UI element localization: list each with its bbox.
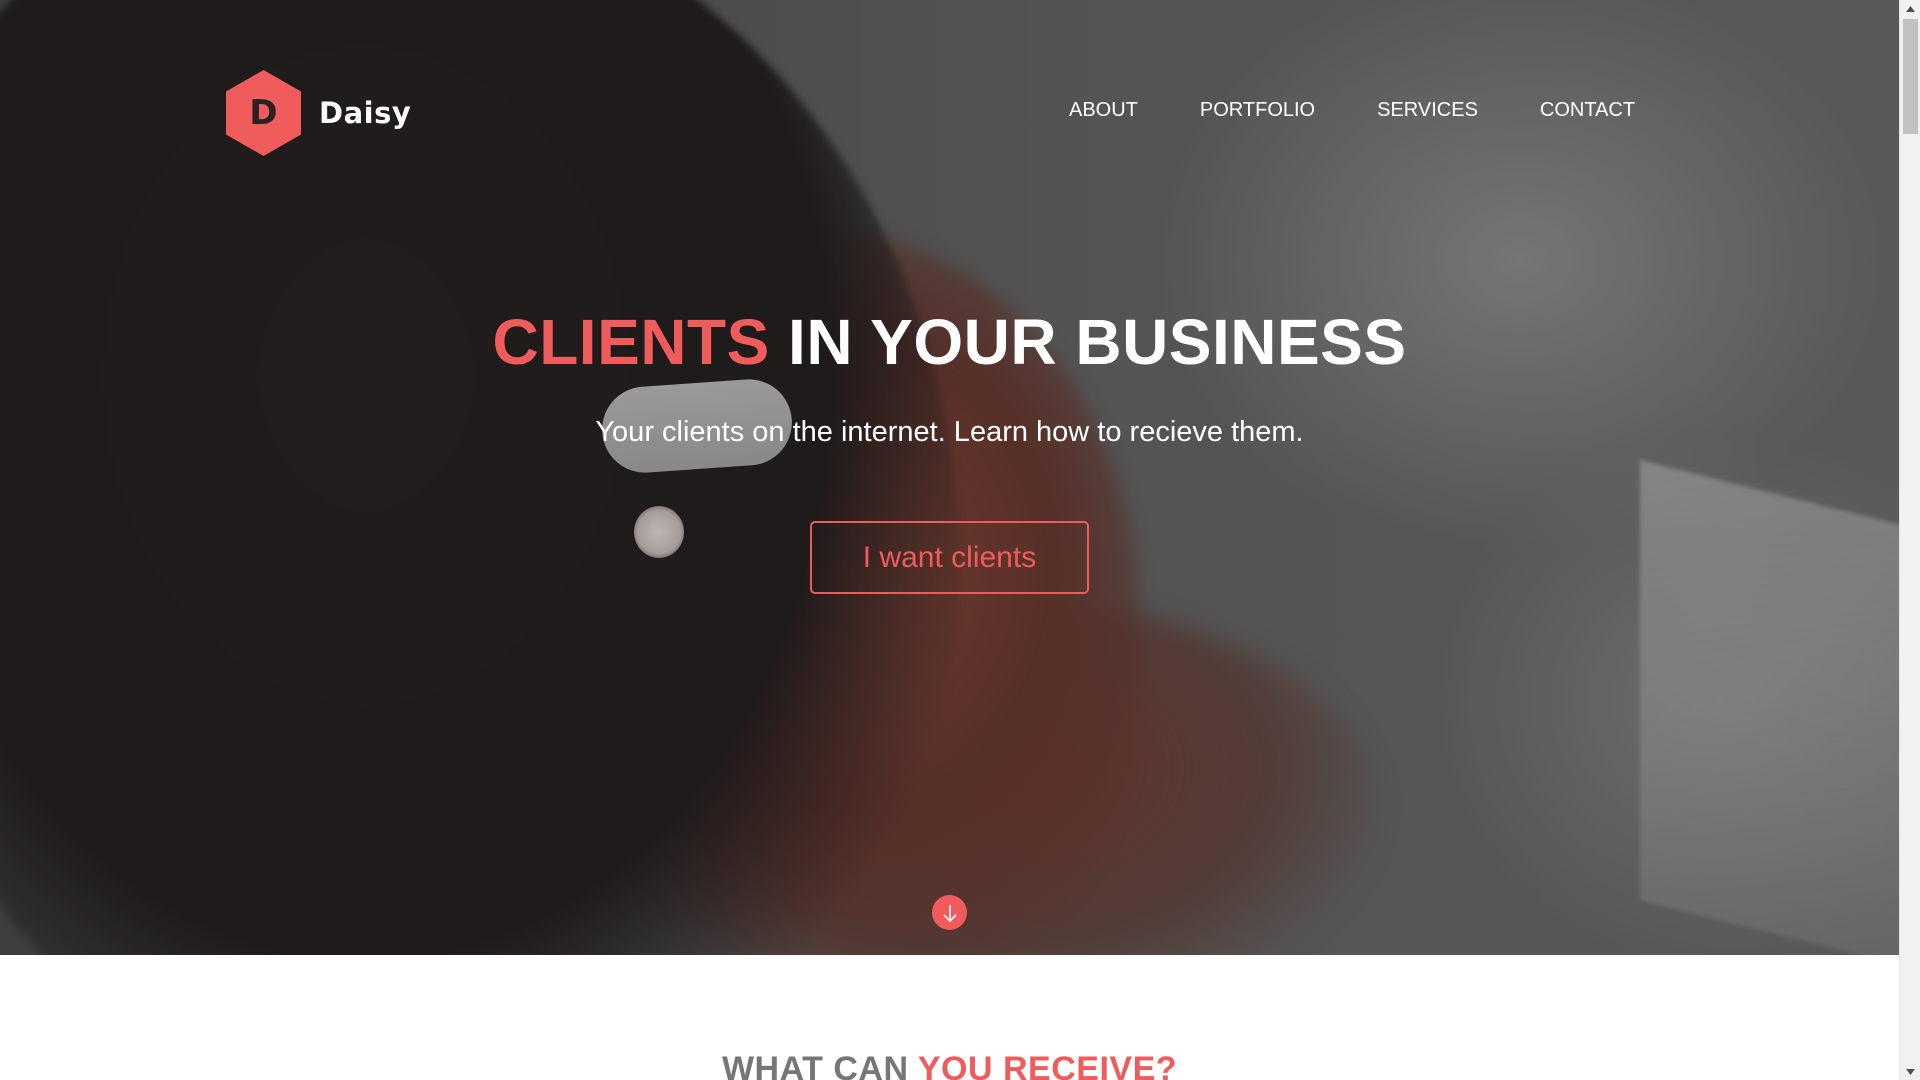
hero-headline-accent: CLIENTS <box>492 306 770 378</box>
brand-name: Daisy <box>319 96 412 130</box>
scrollbar-thumb[interactable] <box>1903 19 1918 134</box>
scroll-up-arrow[interactable] <box>1900 0 1920 17</box>
nav-item-about[interactable]: ABOUT <box>1069 99 1138 122</box>
section-title-accent: YOU RECEIVE? <box>917 1050 1178 1080</box>
brand-logo[interactable]: D Daisy <box>226 70 411 156</box>
caret-down-icon <box>1906 1068 1915 1075</box>
arrow-down-icon <box>942 904 957 922</box>
nav-item-contact[interactable]: CONTACT <box>1540 99 1635 122</box>
logo-hexagon-icon: D <box>226 70 301 156</box>
scroll-down-arrow[interactable] <box>1900 1063 1920 1080</box>
section-title: WHAT CAN YOU RECEIVE? <box>0 1050 1899 1080</box>
section-title-plain: WHAT CAN <box>721 1050 909 1080</box>
nav-item-services[interactable]: SERVICES <box>1377 99 1478 122</box>
caret-up-icon <box>1906 5 1915 12</box>
hero-headline: CLIENTS IN YOUR BUSINESS <box>0 305 1899 379</box>
vertical-scrollbar[interactable] <box>1899 0 1920 1080</box>
nav-item-portfolio[interactable]: PORTFOLIO <box>1200 99 1315 122</box>
main-nav: ABOUT PORTFOLIO SERVICES CONTACT <box>1069 99 1635 122</box>
hero-subtitle: Your clients on the internet. Learn how … <box>595 416 1304 448</box>
page-viewport: D Daisy ABOUT PORTFOLIO SERVICES CONTACT… <box>0 0 1899 1080</box>
hero-section: D Daisy ABOUT PORTFOLIO SERVICES CONTACT… <box>0 0 1899 955</box>
cta-button[interactable]: I want clients <box>810 521 1089 594</box>
scroll-down-button[interactable] <box>932 895 967 930</box>
hero-headline-rest: IN YOUR BUSINESS <box>788 306 1407 378</box>
logo-letter: D <box>249 93 278 133</box>
